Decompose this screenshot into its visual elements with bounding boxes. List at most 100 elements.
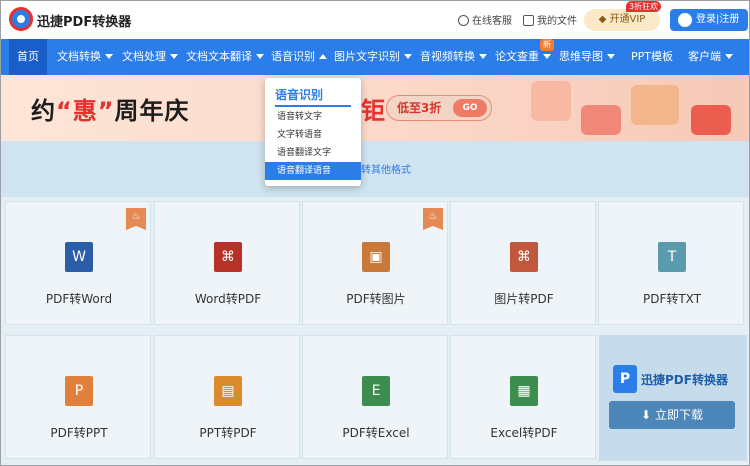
nav-paper-check-label: 论文查重 (495, 50, 539, 63)
online-service-link[interactable]: 在线客服 (458, 12, 512, 27)
download-button[interactable]: ⬇ 立即下载 (609, 401, 735, 429)
excel-icon: E (362, 376, 390, 406)
tool-card-pdf-to-word[interactable]: W PDF转Word ♨ (5, 201, 151, 325)
banner-go-button[interactable]: GO (453, 99, 487, 117)
app-window: 迅捷PDF转换器 在线客服 我的文件 ◆ 开通VIP 3折狂欢 登录|注册 首页… (0, 0, 750, 466)
tool-label: PDF转Word (45, 292, 113, 306)
online-service-label: 在线客服 (472, 16, 512, 27)
app-logo-icon: P (613, 365, 637, 393)
nav-mind-map[interactable]: 思维导图 (559, 39, 615, 75)
download-app-name: 迅捷PDF转换器 (641, 373, 728, 387)
vip-button[interactable]: ◆ 开通VIP (584, 9, 660, 31)
nav-home[interactable]: 首页 (9, 39, 47, 75)
banner-text-quote: “惠” (56, 97, 115, 125)
download-button-label: 立即下载 (654, 408, 703, 422)
top-header: 迅捷PDF转换器 在线客服 我的文件 ◆ 开通VIP 3折狂欢 登录|注册 (1, 1, 749, 39)
chevron-down-icon (105, 54, 113, 59)
nav-ppt-template[interactable]: PPT模板 (631, 39, 673, 75)
decor-gift-icon (631, 85, 679, 125)
ppt-file-icon: ▤ (214, 376, 242, 406)
nav-doc-process[interactable]: 文档处理 (122, 39, 178, 75)
tool-card-pdf-to-txt[interactable]: T PDF转TXT (598, 201, 744, 325)
nav-image-ocr[interactable]: 图片文字识别 (334, 39, 412, 75)
download-panel: P 迅捷PDF转换器 ⬇ 立即下载 (599, 335, 747, 461)
nav-speech-recognition-label: 语音识别 (271, 50, 315, 63)
nav-client[interactable]: 客户端 (688, 39, 733, 75)
nav-mind-map-label: 思维导图 (559, 50, 603, 63)
txt-icon: T (658, 242, 686, 272)
dropdown-title: 语音识别 (275, 88, 324, 102)
decor-gift-icon (691, 105, 731, 135)
banner-discount-pill[interactable]: 低至3折 GO (386, 95, 492, 121)
tool-card-ppt-to-pdf[interactable]: ▤ PPT转PDF (154, 335, 300, 459)
hot-flame-icon: ♨ (126, 208, 146, 230)
word-icon: W (65, 242, 93, 272)
banner-headline: 约“惠”周年庆 (31, 91, 190, 126)
headset-icon (458, 15, 469, 26)
nav-av-convert[interactable]: 音视频转换 (420, 39, 487, 75)
vip-button-label: 开通VIP (609, 14, 646, 25)
ppt-icon: P (65, 376, 93, 406)
tool-label: Excel转PDF (490, 426, 558, 440)
download-icon: ⬇ (641, 408, 652, 422)
tool-card-excel-to-pdf[interactable]: ▦ Excel转PDF (450, 335, 596, 459)
banner-text-red-2: 钜 (361, 97, 385, 125)
sub-strip: 转其他格式 (1, 141, 749, 197)
nav-av-convert-label: 音视频转换 (420, 50, 475, 63)
my-files-link[interactable]: 我的文件 (523, 12, 577, 27)
tool-label: 图片转PDF (494, 292, 554, 306)
banner-text-1: 约 (31, 97, 56, 125)
nav-doc-translate-label: 文档文本翻译 (186, 50, 252, 63)
tool-label: PDF转图片 (346, 292, 406, 306)
chevron-down-icon (725, 54, 733, 59)
nav-doc-process-label: 文档处理 (122, 50, 166, 63)
brand-logo-icon[interactable] (9, 7, 33, 31)
vip-promo-badge: 3折狂欢 (626, 1, 662, 12)
nav-doc-convert[interactable]: 文档转换 (57, 39, 113, 75)
my-files-label: 我的文件 (537, 16, 577, 27)
brand-name[interactable]: 迅捷PDF转换器 (37, 11, 131, 30)
new-badge: 新 (540, 39, 554, 51)
dropdown-item-text-to-speech[interactable]: 文字转语音 (265, 126, 361, 144)
nav-home-label: 首页 (17, 50, 39, 63)
chevron-down-icon (256, 54, 264, 59)
speech-recognition-dropdown: 语音识别 语音转文字 文字转语音 语音翻译文字 语音翻译语音 (265, 78, 361, 186)
decor-shape (531, 81, 571, 121)
tool-card-pdf-to-image[interactable]: ▣ PDF转图片 ♨ (302, 201, 448, 325)
dropdown-item-speech-translate-speech[interactable]: 语音翻译语音 (265, 162, 361, 180)
banner-text-2: 周年庆 (114, 97, 190, 125)
nav-speech-recognition[interactable]: 语音识别 (271, 39, 327, 75)
chevron-up-icon (319, 54, 327, 59)
tool-card-image-to-pdf[interactable]: ⌘ 图片转PDF (450, 201, 596, 325)
chevron-down-icon (607, 54, 615, 59)
image-icon: ▣ (362, 242, 390, 272)
nav-ppt-template-label: PPT模板 (631, 50, 673, 63)
chevron-down-icon (543, 54, 551, 59)
tool-label: PPT转PDF (199, 426, 257, 440)
promo-banner[interactable]: 约“惠”周年庆 限 钜 低至3折 GO (1, 75, 749, 141)
pdf-icon: ⌘ (214, 242, 242, 272)
file-icon (523, 15, 534, 26)
nav-doc-convert-label: 文档转换 (57, 50, 101, 63)
tool-card-word-to-pdf[interactable]: ⌘ Word转PDF (154, 201, 300, 325)
main-nav: 首页 文档转换 文档处理 文档文本翻译 语音识别 图片文字识别 音视频转换 论文… (1, 39, 749, 75)
dropdown-item-speech-translate-text[interactable]: 语音翻译文字 (265, 144, 361, 162)
decor-gift-icon (581, 105, 621, 135)
tool-label: PDF转PPT (50, 426, 108, 440)
nav-doc-translate[interactable]: 文档文本翻译 (186, 39, 264, 75)
dropdown-title-underline (275, 105, 351, 107)
chevron-down-icon (404, 54, 412, 59)
sub-strip-label[interactable]: 转其他格式 (361, 161, 411, 176)
excel-file-icon: ▦ (510, 376, 538, 406)
login-register-button[interactable]: 登录|注册 (670, 9, 748, 31)
tool-card-pdf-to-ppt[interactable]: P PDF转PPT (5, 335, 151, 459)
hot-flame-icon: ♨ (423, 208, 443, 230)
tool-label: PDF转TXT (642, 292, 702, 306)
tool-card-pdf-to-excel[interactable]: E PDF转Excel (302, 335, 448, 459)
nav-image-ocr-label: 图片文字识别 (334, 50, 400, 63)
pdf-icon: ⌘ (510, 242, 538, 272)
chevron-down-icon (170, 54, 178, 59)
nav-client-label: 客户端 (688, 50, 721, 63)
dropdown-item-speech-to-text[interactable]: 语音转文字 (265, 108, 361, 126)
tool-label: PDF转Excel (342, 426, 410, 440)
